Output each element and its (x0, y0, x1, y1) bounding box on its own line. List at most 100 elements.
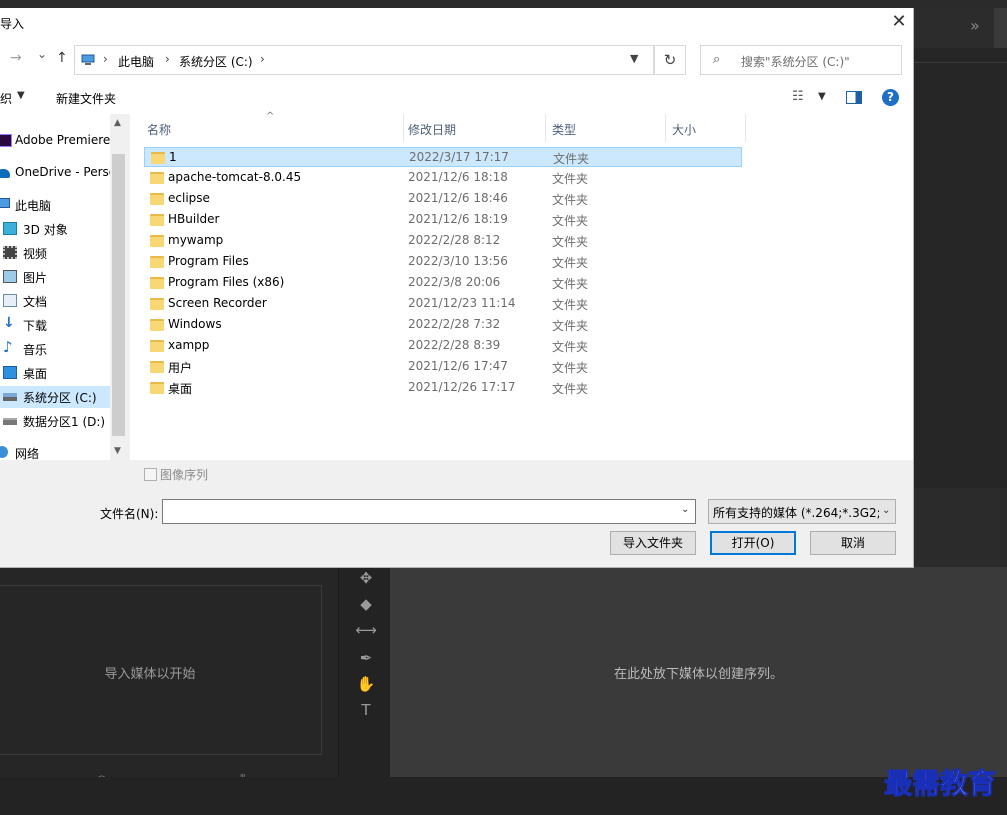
hand-tool-icon[interactable]: ✋ (355, 675, 377, 693)
file-row[interactable]: Program Files 2022/3/10 13:56 文件夹 (144, 252, 742, 272)
scroll-down-icon[interactable]: ▼ (114, 446, 121, 456)
file-name: Screen Recorder (168, 296, 267, 310)
folder-icon (150, 193, 164, 205)
file-row[interactable]: 桌面 2021/12/26 17:17 文件夹 (144, 378, 742, 398)
column-header-type[interactable]: 类型 (546, 114, 666, 142)
help-icon[interactable]: ? (882, 89, 899, 106)
scroll-up-icon[interactable]: ▲ (114, 118, 121, 128)
computer-icon (0, 198, 10, 208)
preview-pane-icon[interactable] (846, 91, 862, 104)
file-row[interactable]: mywamp 2022/2/28 8:12 文件夹 (144, 231, 742, 251)
nav-item-pictures[interactable]: 图片 (0, 266, 110, 288)
address-dropdown-icon[interactable]: ▼ (630, 52, 638, 65)
search-input[interactable]: ⌕ 搜索"系统分区 (C:)" (700, 45, 902, 75)
file-name: Program Files (x86) (168, 275, 285, 289)
address-bar[interactable]: › 此电脑 › 系统分区 (C:) › (74, 45, 654, 75)
nav-item-adobe-premiere[interactable]: Adobe Premiere (0, 130, 110, 152)
file-row[interactable]: xampp 2022/2/28 8:39 文件夹 (144, 336, 742, 356)
file-type: 文件夹 (552, 256, 589, 270)
breadcrumb-separator[interactable]: › (260, 52, 265, 66)
nav-item-this-pc[interactable]: 此电脑 (0, 194, 110, 216)
drive-icon (3, 393, 17, 401)
panel-divider (994, 8, 1007, 48)
nav-item-videos[interactable]: 视频 (0, 242, 110, 264)
file-type-select[interactable]: 所有支持的媒体 (*.264;*.3G2;* ⌄ (708, 499, 896, 524)
new-folder-button[interactable]: 新建文件夹 (56, 90, 116, 107)
file-type: 文件夹 (553, 152, 590, 166)
file-row[interactable]: HBuilder 2021/12/6 18:19 文件夹 (144, 210, 742, 230)
scrollbar-thumb[interactable] (112, 154, 125, 436)
nav-item-music[interactable]: ♪ 音乐 (0, 338, 110, 360)
nav-item-downloads[interactable]: ↓ 下载 (0, 314, 110, 336)
folder-icon (150, 319, 164, 331)
picture-icon (3, 270, 17, 283)
open-button[interactable]: 打开(O) (710, 531, 796, 555)
type-tool-icon[interactable]: T (355, 701, 377, 719)
nav-item-documents[interactable]: 文档 (0, 290, 110, 312)
breadcrumb-separator[interactable]: › (103, 52, 108, 66)
folder-icon (151, 152, 165, 164)
file-row[interactable]: Screen Recorder 2021/12/23 11:14 文件夹 (144, 294, 742, 314)
panel-expand-icon[interactable]: » (970, 16, 980, 35)
organize-dropdown-icon[interactable]: ▼ (17, 90, 25, 101)
folder-icon (150, 235, 164, 247)
desktop-icon (3, 366, 17, 379)
close-icon[interactable]: ✕ (886, 10, 912, 34)
organize-button[interactable]: 织 (0, 90, 12, 107)
file-type: 文件夹 (552, 319, 589, 333)
file-name: 用户 (168, 361, 193, 375)
file-row[interactable]: apache-tomcat-8.0.45 2021/12/6 18:18 文件夹 (144, 168, 742, 188)
refresh-button[interactable]: ↻ (654, 45, 686, 75)
file-name: xampp (168, 338, 210, 352)
recent-locations-icon[interactable]: ⌄ (37, 47, 47, 61)
pen-tool-icon[interactable]: ✒ (355, 649, 377, 667)
file-row[interactable]: Windows 2022/2/28 7:32 文件夹 (144, 315, 742, 335)
file-date: 2021/12/6 18:46 (408, 191, 508, 205)
file-date: 2021/12/6 18:19 (408, 212, 508, 226)
image-sequence-checkbox[interactable] (144, 468, 157, 481)
nav-scrollbar[interactable]: ▲ ▼ (110, 114, 127, 460)
network-icon (0, 446, 8, 458)
file-name: mywamp (168, 233, 224, 247)
nav-item-d-drive[interactable]: 数据分区1 (D:) (0, 410, 110, 432)
dialog-titlebar: 导入 ✕ (0, 8, 913, 36)
folder-icon (150, 361, 164, 373)
premiere-timeline-panel[interactable]: 在此处放下媒体以创建序列。 (390, 567, 1007, 777)
nav-item-onedrive[interactable]: OneDrive - Perso (0, 162, 110, 184)
nav-item-3d-objects[interactable]: 3D 对象 (0, 218, 110, 240)
column-header-size[interactable]: 大小 (666, 114, 746, 142)
breadcrumb-separator[interactable]: › (165, 52, 170, 66)
file-row[interactable]: eclipse 2021/12/6 18:46 文件夹 (144, 189, 742, 209)
breadcrumb-c-drive[interactable]: 系统分区 (C:) (179, 53, 253, 70)
view-options-icon[interactable]: ☷ (792, 89, 804, 104)
file-name: eclipse (168, 191, 210, 205)
video-icon (3, 246, 17, 259)
file-row[interactable]: Program Files (x86) 2022/3/8 20:06 文件夹 (144, 273, 742, 293)
nav-item-desktop[interactable]: 桌面 (0, 362, 110, 384)
breadcrumb-this-pc[interactable]: 此电脑 (118, 53, 154, 70)
nav-item-c-drive[interactable]: 系统分区 (C:) (0, 386, 110, 408)
column-header-name[interactable]: 名称 ^ (130, 111, 404, 142)
forward-icon[interactable]: → (10, 50, 22, 66)
file-row[interactable]: 用户 2021/12/6 17:47 文件夹 (144, 357, 742, 377)
file-date: 2021/12/26 17:17 (408, 380, 516, 394)
file-date: 2021/12/6 18:18 (408, 170, 508, 184)
cancel-button[interactable]: 取消 (810, 531, 896, 555)
folder-icon (150, 298, 164, 310)
razor-tool-icon[interactable]: ◆ (355, 595, 377, 613)
chevron-down-icon[interactable]: ⌄ (681, 504, 689, 515)
filename-label: 文件名(N): (100, 507, 159, 521)
cube-icon (3, 222, 17, 235)
filename-field[interactable]: ⌄ (162, 499, 696, 524)
file-row[interactable]: 1 2022/3/17 17:17 文件夹 (144, 147, 742, 167)
slip-tool-icon[interactable]: ⟷ (355, 621, 377, 639)
file-date: 2021/12/23 11:14 (408, 296, 516, 310)
view-dropdown-icon[interactable]: ▼ (818, 91, 826, 102)
column-header-date[interactable]: 修改日期 (404, 114, 546, 142)
import-folder-button[interactable]: 导入文件夹 (610, 531, 696, 555)
track-select-tool-icon[interactable]: ✥ (355, 569, 377, 587)
drive-icon (3, 418, 17, 425)
folder-icon (150, 214, 164, 226)
up-folder-icon[interactable]: ↑ (56, 50, 68, 66)
file-date: 2022/2/28 8:12 (408, 233, 501, 247)
